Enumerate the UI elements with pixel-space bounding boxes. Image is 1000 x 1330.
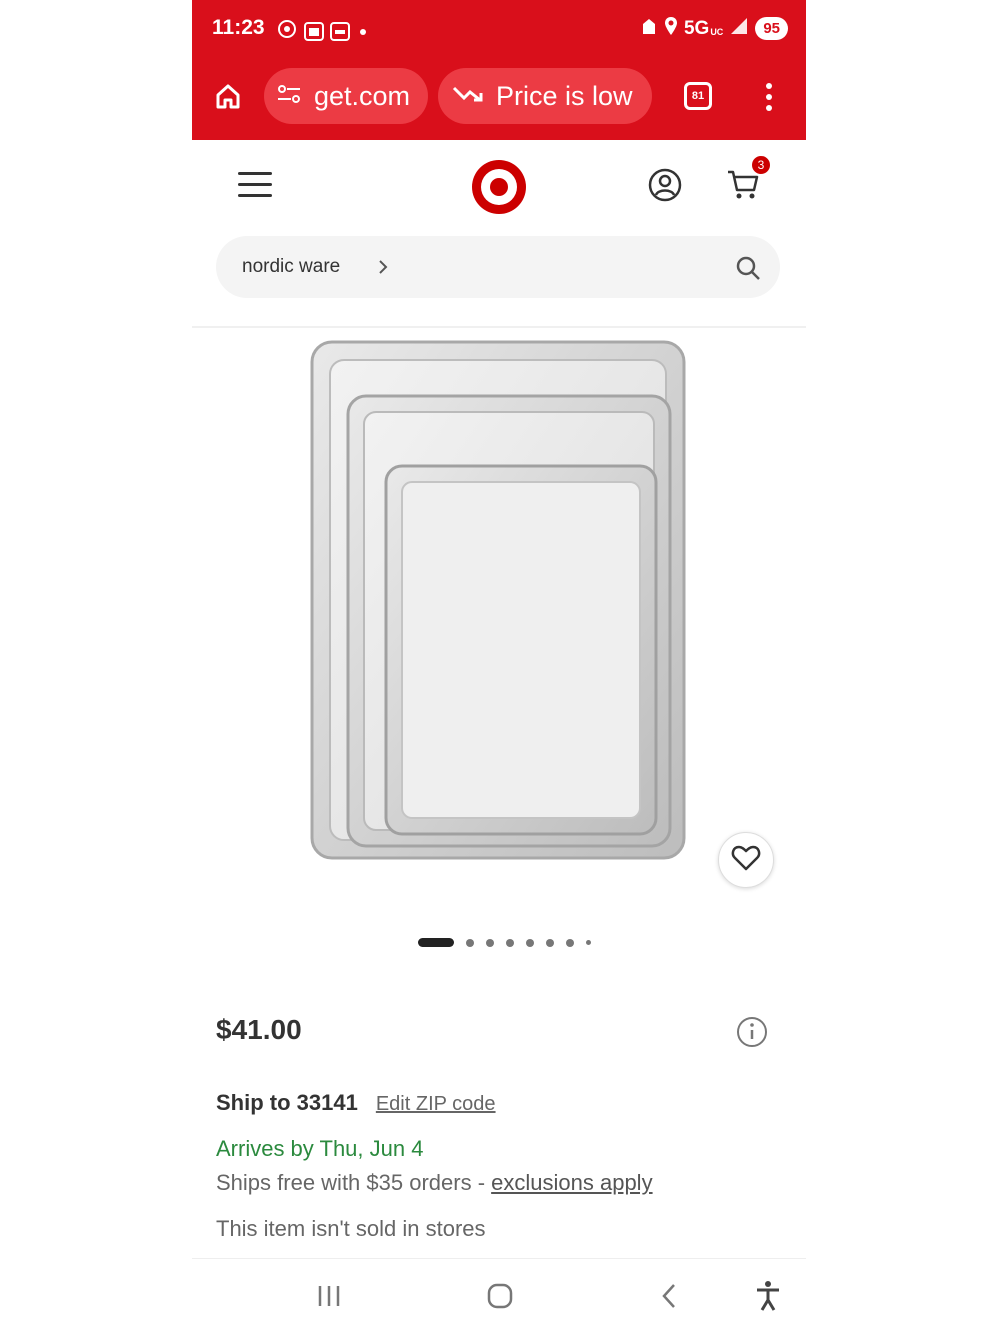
carousel-dot[interactable] xyxy=(526,938,534,947)
more-notifications-dot xyxy=(360,28,366,35)
carousel-dot[interactable] xyxy=(466,938,474,947)
account-icon[interactable] xyxy=(648,168,682,207)
free-shipping-text: Ships free with $35 orders - xyxy=(216,1170,492,1195)
arrival-date: Arrives by Thu, Jun 4 xyxy=(216,1136,424,1161)
network-sub-label: UC xyxy=(710,26,724,37)
trending-down-icon xyxy=(452,84,484,109)
status-right: 5G UC 95 xyxy=(640,16,788,41)
browser-chrome: 11:23 5G UC 95 get.com Price is low 81 xyxy=(192,0,806,140)
hamburger-menu-icon[interactable] xyxy=(238,172,272,205)
tab-switcher-button[interactable]: 81 xyxy=(684,82,712,110)
signal-icon xyxy=(729,17,749,40)
free-shipping-note: Ships free with $35 orders - exclusions … xyxy=(216,1170,653,1196)
section-divider xyxy=(192,326,806,328)
back-icon[interactable] xyxy=(660,1282,678,1315)
system-home-icon[interactable] xyxy=(486,1282,514,1315)
search-icon[interactable] xyxy=(734,254,762,287)
chevron-right-icon xyxy=(378,260,388,279)
ship-to-row: Ship to 33141 Edit ZIP code xyxy=(216,1090,496,1116)
bottom-divider xyxy=(192,1258,806,1259)
carousel-dot[interactable] xyxy=(546,938,554,947)
info-icon[interactable] xyxy=(736,1016,768,1053)
search-bar[interactable]: nordic ware xyxy=(216,236,780,298)
carousel-dot[interactable] xyxy=(486,938,494,947)
carousel-dot[interactable] xyxy=(418,938,454,947)
exclusions-link[interactable]: exclusions apply xyxy=(491,1170,652,1195)
recent-apps-icon[interactable] xyxy=(316,1284,342,1313)
location-icon xyxy=(664,16,678,41)
network-label: 5G xyxy=(683,17,710,39)
carousel-dot[interactable] xyxy=(586,940,591,945)
product-price: $41.00 xyxy=(216,1014,302,1045)
price-chip-label: Price is low xyxy=(496,80,633,111)
browser-toolbar: get.com Price is low 81 xyxy=(192,64,806,128)
site-header: 3 xyxy=(192,140,806,232)
more-menu-icon[interactable] xyxy=(764,82,774,117)
phone-screen: 11:23 5G UC 95 get.com Price is low 81 3… xyxy=(192,0,806,1330)
cart-count-badge: 3 xyxy=(750,154,772,176)
carousel-dot[interactable] xyxy=(506,938,514,947)
home-icon[interactable] xyxy=(214,82,242,115)
status-time: 11:23 xyxy=(212,16,265,39)
accessibility-icon[interactable] xyxy=(754,1280,782,1317)
message-icon xyxy=(304,22,324,41)
hotspot-icon xyxy=(640,16,658,41)
site-settings-icon[interactable] xyxy=(276,83,302,110)
edit-zip-link[interactable]: Edit ZIP code xyxy=(376,1093,496,1116)
app-notification-icon xyxy=(330,22,350,41)
battery-indicator: 95 xyxy=(755,17,788,40)
url-bar[interactable]: get.com xyxy=(264,68,428,124)
status-bar: 11:23 5G UC 95 xyxy=(192,0,806,58)
favorite-button[interactable] xyxy=(718,832,774,888)
search-query: nordic ware xyxy=(242,256,341,277)
price-insight-chip[interactable]: Price is low xyxy=(438,68,652,124)
ship-to-label: Ship to 33141 xyxy=(216,1090,358,1115)
screenshot-icon xyxy=(276,18,298,45)
notification-icons xyxy=(276,18,366,45)
tab-count: 81 xyxy=(691,90,705,102)
heart-icon xyxy=(731,844,761,877)
image-carousel-dots xyxy=(418,938,591,947)
store-availability-note: This item isn't sold in stores xyxy=(216,1216,486,1241)
system-nav-bar xyxy=(192,1262,806,1330)
carousel-dot[interactable] xyxy=(566,938,574,947)
product-image[interactable] xyxy=(302,336,702,866)
target-logo-icon[interactable] xyxy=(470,158,528,221)
url-text: get.com xyxy=(314,80,411,111)
